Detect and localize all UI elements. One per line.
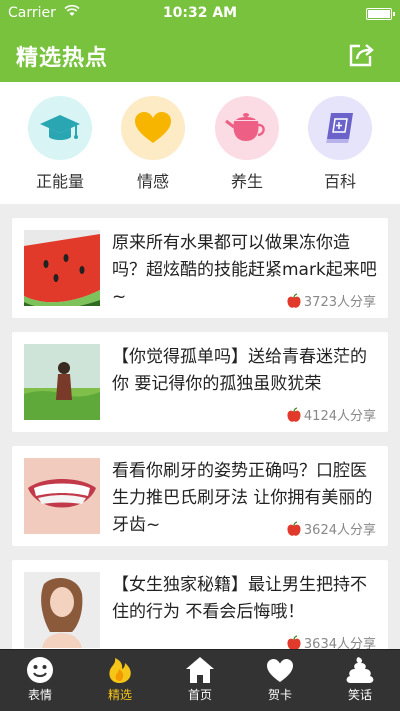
home-icon bbox=[186, 657, 214, 683]
apple-icon bbox=[287, 406, 301, 422]
tab-emoji[interactable]: 表情 bbox=[0, 650, 80, 711]
category-label: 情感 bbox=[136, 172, 169, 191]
book-icon bbox=[326, 113, 353, 143]
category-encyclopedia[interactable]: 百科 bbox=[300, 96, 380, 192]
article-card[interactable]: 看看你刷牙的姿势正确吗？口腔医生力推巴氏刷牙法 让你拥有美丽的牙齿~ 3624人… bbox=[12, 446, 388, 546]
article-title: 【女生独家秘籍】最让男生把持不住的行为 不看会后悔哦！ bbox=[112, 575, 367, 622]
graduation-cap-icon bbox=[40, 115, 80, 140]
share-count: 4124人分享 bbox=[286, 405, 376, 424]
tab-bar: 表情 精选 首页 贺卡 笑话 bbox=[0, 649, 400, 711]
poop-icon bbox=[346, 657, 374, 683]
category-icon-bg bbox=[308, 96, 372, 160]
tab-jokes[interactable]: 笑话 bbox=[320, 650, 400, 711]
heart-card-icon bbox=[267, 659, 293, 682]
share-count: 3723人分享 bbox=[286, 291, 376, 310]
category-label: 正能量 bbox=[35, 172, 84, 191]
tab-greeting-card[interactable]: 贺卡 bbox=[240, 650, 320, 711]
category-health[interactable]: 养生 bbox=[207, 96, 287, 192]
category-label: 百科 bbox=[323, 172, 356, 191]
article-card[interactable]: 【你觉得孤单吗】送给青春迷茫的你 要记得你的孤独虽败犹荣 4124人分享 bbox=[12, 332, 388, 432]
category-icon-bg bbox=[215, 96, 279, 160]
tab-featured[interactable]: 精选 bbox=[80, 650, 160, 711]
article-card[interactable]: 原来所有水果都可以做果冻你造吗？超炫酷的技能赶紧mark起来吧~ 3723人分享 bbox=[12, 218, 388, 318]
woman-portrait-thumbnail bbox=[24, 572, 100, 648]
category-icon-bg bbox=[121, 96, 185, 160]
article-title: 【你觉得孤单吗】送给青春迷茫的你 要记得你的孤独虽败犹荣 bbox=[112, 347, 367, 394]
article-card[interactable]: 【女生独家秘籍】最让男生把持不住的行为 不看会后悔哦！ 3634人分享 bbox=[12, 560, 388, 660]
tab-home[interactable]: 首页 bbox=[160, 650, 240, 711]
category-label: 养生 bbox=[230, 172, 263, 191]
share-count-label: 3624人分享 bbox=[303, 523, 376, 538]
watermelon-thumbnail bbox=[24, 230, 100, 306]
smile-teeth-thumbnail bbox=[24, 458, 100, 534]
battery-icon bbox=[366, 8, 395, 20]
status-bar: Carrier 10:32 AM bbox=[0, 0, 400, 28]
page-title: 精选热点 bbox=[16, 46, 109, 71]
clock: 10:32 AM bbox=[162, 5, 238, 21]
teapot-icon bbox=[225, 113, 265, 141]
nav-bar: 精选热点 bbox=[0, 28, 400, 82]
heart-icon bbox=[135, 112, 171, 143]
tab-label: 表情 bbox=[27, 688, 52, 702]
tab-label: 笑话 bbox=[347, 688, 372, 702]
share-count-label: 3723人分享 bbox=[303, 295, 376, 310]
flame-icon bbox=[109, 658, 131, 683]
share-count-label: 4124人分享 bbox=[303, 409, 376, 424]
share-icon[interactable] bbox=[346, 40, 376, 70]
category-bar: 正能量 情感 养生 百科 bbox=[0, 82, 400, 204]
tab-label: 精选 bbox=[107, 688, 132, 702]
category-icon-bg bbox=[28, 96, 92, 160]
tab-label: 首页 bbox=[187, 688, 212, 702]
category-emotion[interactable]: 情感 bbox=[113, 96, 193, 192]
share-count: 3624人分享 bbox=[286, 519, 376, 538]
apple-icon bbox=[287, 292, 301, 308]
category-positive-energy[interactable]: 正能量 bbox=[20, 96, 100, 192]
smiley-face-icon bbox=[27, 657, 53, 683]
girl-in-field-thumbnail bbox=[24, 344, 100, 420]
apple-icon bbox=[287, 520, 301, 536]
tab-label: 贺卡 bbox=[267, 688, 292, 702]
